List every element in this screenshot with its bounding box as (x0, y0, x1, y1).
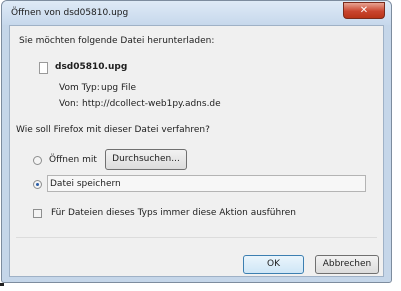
file-type-value: upg File (101, 83, 137, 93)
browse-button-label: Durchsuchen... (112, 154, 180, 164)
download-dialog: Öffnen von dsd05810.upg ✕ Sie möchten fo… (1, 0, 392, 283)
cancel-button[interactable]: Abbrechen (315, 255, 379, 274)
file-type-label: Vom Typ: (59, 83, 100, 93)
file-icon (39, 62, 48, 74)
open-with-label[interactable]: Öffnen mit (49, 155, 97, 165)
ok-button-label: OK (267, 259, 280, 269)
background-fragment (0, 283, 4, 286)
close-button[interactable]: ✕ (343, 2, 385, 19)
save-file-label[interactable]: Datei speichern (50, 179, 121, 189)
ok-button[interactable]: OK (243, 255, 304, 274)
always-action-checkbox[interactable] (33, 209, 42, 218)
open-with-radio[interactable] (33, 156, 42, 165)
file-source-value: http://dcollect-web1py.adns.de (82, 99, 221, 109)
cancel-button-label: Abbrechen (322, 259, 372, 269)
separator (16, 237, 377, 238)
always-action-label[interactable]: Für Dateien dieses Typs immer diese Akti… (51, 208, 296, 218)
save-file-radio[interactable] (33, 180, 42, 189)
file-source-label: Von: (59, 99, 79, 109)
browse-button[interactable]: Durchsuchen... (105, 149, 187, 170)
title-bar[interactable]: Öffnen von dsd05810.upg ✕ (2, 1, 391, 25)
action-question: Wie soll Firefox mit dieser Datei verfah… (16, 125, 210, 135)
dialog-body: Sie möchten folgende Datei herunterladen… (9, 25, 384, 277)
window-title: Öffnen von dsd05810.upg (11, 8, 129, 18)
download-prompt: Sie möchten folgende Datei herunterladen… (19, 36, 215, 46)
file-name: dsd05810.upg (55, 62, 128, 72)
